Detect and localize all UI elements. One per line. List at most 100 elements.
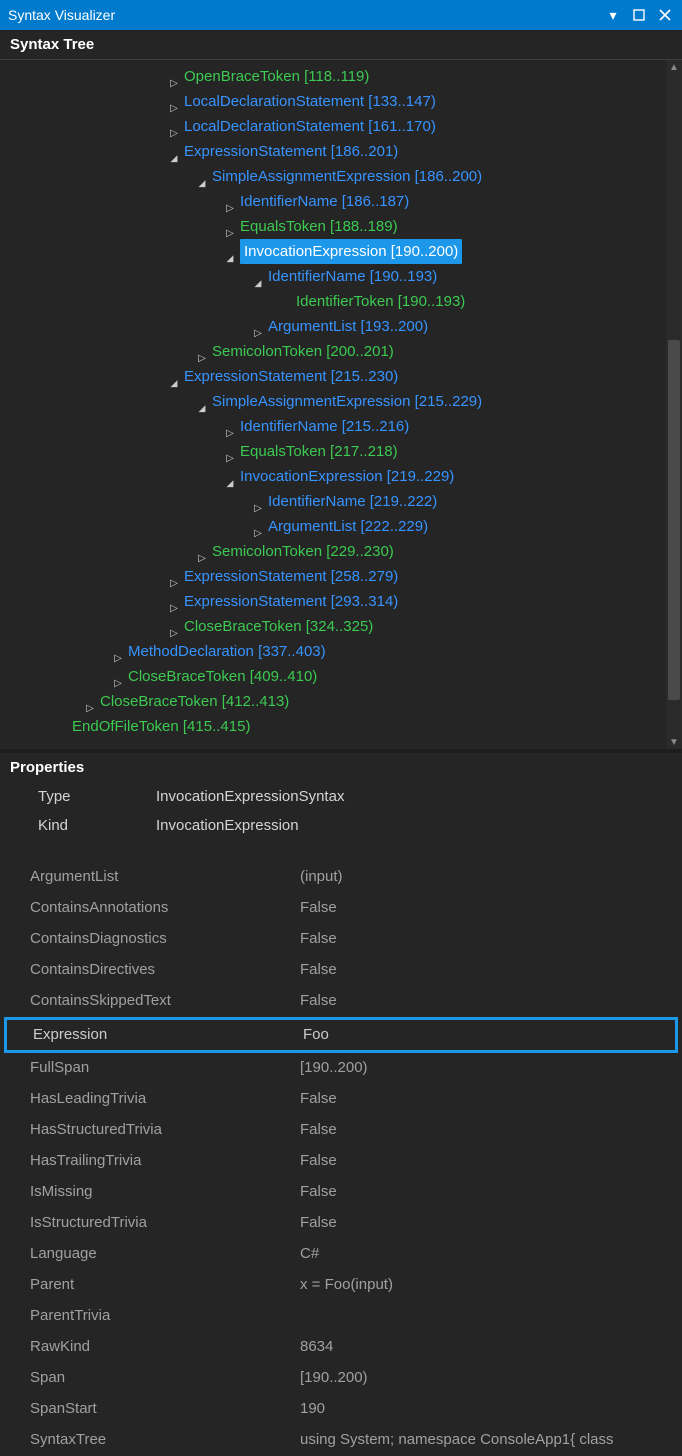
expander-open-icon[interactable] bbox=[252, 271, 264, 283]
tree-node[interactable]: ExpressionStatement [215..230) bbox=[0, 364, 682, 389]
property-row[interactable]: ContainsDiagnosticsFalse bbox=[0, 924, 682, 955]
property-row[interactable]: ParentTrivia bbox=[0, 1301, 682, 1332]
expander-closed-icon[interactable] bbox=[252, 521, 264, 533]
tree-node-label[interactable]: CloseBraceToken [412..413) bbox=[100, 689, 289, 714]
property-row[interactable]: HasTrailingTriviaFalse bbox=[0, 1146, 682, 1177]
tree-node[interactable]: EndOfFileToken [415..415) bbox=[0, 714, 682, 739]
tree-node[interactable]: ExpressionStatement [186..201) bbox=[0, 139, 682, 164]
tree-scrollbar[interactable]: ▲ ▼ bbox=[666, 60, 682, 749]
property-row[interactable]: RawKind8634 bbox=[0, 1332, 682, 1363]
tree-node-label[interactable]: SimpleAssignmentExpression [215..229) bbox=[212, 389, 482, 414]
property-row[interactable]: HasLeadingTriviaFalse bbox=[0, 1084, 682, 1115]
expander-open-icon[interactable] bbox=[196, 171, 208, 183]
scroll-up-arrow[interactable]: ▲ bbox=[666, 60, 682, 74]
tree-node[interactable]: SemicolonToken [200..201) bbox=[0, 339, 682, 364]
tree-node-label[interactable]: IdentifierName [219..222) bbox=[268, 489, 437, 514]
expander-closed-icon[interactable] bbox=[224, 421, 236, 433]
tree-node-label[interactable]: SemicolonToken [229..230) bbox=[212, 539, 394, 564]
expander-closed-icon[interactable] bbox=[112, 646, 124, 658]
expander-open-icon[interactable] bbox=[196, 396, 208, 408]
tree-node-label[interactable]: EqualsToken [217..218) bbox=[240, 439, 398, 464]
expander-open-icon[interactable] bbox=[168, 371, 180, 383]
expander-closed-icon[interactable] bbox=[252, 496, 264, 508]
expander-closed-icon[interactable] bbox=[112, 671, 124, 683]
tree-node-label[interactable]: ArgumentList [193..200) bbox=[268, 314, 428, 339]
tree-node[interactable]: SemicolonToken [229..230) bbox=[0, 539, 682, 564]
expander-closed-icon[interactable] bbox=[224, 196, 236, 208]
dropdown-icon[interactable]: ▾ bbox=[604, 6, 622, 24]
tree-node[interactable]: CloseBraceToken [409..410) bbox=[0, 664, 682, 689]
tree-node-label[interactable]: ExpressionStatement [258..279) bbox=[184, 564, 398, 589]
tree-node[interactable]: InvocationExpression [219..229) bbox=[0, 464, 682, 489]
property-row[interactable]: FullSpan[190..200) bbox=[0, 1053, 682, 1084]
tree-node-label[interactable]: IdentifierName [190..193) bbox=[268, 264, 437, 289]
tree-node-label[interactable]: SimpleAssignmentExpression [186..200) bbox=[212, 164, 482, 189]
expander-closed-icon[interactable] bbox=[168, 96, 180, 108]
expander-open-icon[interactable] bbox=[224, 246, 236, 258]
expander-closed-icon[interactable] bbox=[224, 446, 236, 458]
tree-node[interactable]: IdentifierName [215..216) bbox=[0, 414, 682, 439]
expander-closed-icon[interactable] bbox=[168, 621, 180, 633]
tree-node-label[interactable]: InvocationExpression [219..229) bbox=[240, 464, 454, 489]
tree-node-label[interactable]: OpenBraceToken [118..119) bbox=[184, 64, 369, 89]
syntax-tree[interactable]: OpenBraceToken [118..119)LocalDeclaratio… bbox=[0, 60, 682, 743]
expander-closed-icon[interactable] bbox=[196, 346, 208, 358]
tree-node[interactable]: OpenBraceToken [118..119) bbox=[0, 64, 682, 89]
tree-node-label[interactable]: IdentifierName [186..187) bbox=[240, 189, 409, 214]
property-row[interactable]: Parentx = Foo(input) bbox=[0, 1270, 682, 1301]
tree-node[interactable]: IdentifierName [190..193) bbox=[0, 264, 682, 289]
expander-closed-icon[interactable] bbox=[224, 221, 236, 233]
property-row[interactable]: HasStructuredTriviaFalse bbox=[0, 1115, 682, 1146]
tree-node-label[interactable]: SemicolonToken [200..201) bbox=[212, 339, 394, 364]
expander-closed-icon[interactable] bbox=[168, 121, 180, 133]
tree-node[interactable]: EqualsToken [188..189) bbox=[0, 214, 682, 239]
tree-node[interactable]: ExpressionStatement [293..314) bbox=[0, 589, 682, 614]
expander-closed-icon[interactable] bbox=[196, 546, 208, 558]
scroll-down-arrow[interactable]: ▼ bbox=[666, 735, 682, 749]
tree-node[interactable]: ArgumentList [193..200) bbox=[0, 314, 682, 339]
tree-node-label[interactable]: LocalDeclarationStatement [161..170) bbox=[184, 114, 436, 139]
tree-node-label[interactable]: IdentifierName [215..216) bbox=[240, 414, 409, 439]
property-row[interactable]: IsMissingFalse bbox=[0, 1177, 682, 1208]
tree-node[interactable]: IdentifierName [219..222) bbox=[0, 489, 682, 514]
scroll-thumb[interactable] bbox=[668, 340, 680, 700]
expander-closed-icon[interactable] bbox=[252, 321, 264, 333]
property-row[interactable]: ArgumentList(input) bbox=[0, 862, 682, 893]
tree-node[interactable]: MethodDeclaration [337..403) bbox=[0, 639, 682, 664]
tree-node[interactable]: EqualsToken [217..218) bbox=[0, 439, 682, 464]
maximize-icon[interactable] bbox=[630, 6, 648, 24]
property-row[interactable]: Span[190..200) bbox=[0, 1363, 682, 1394]
property-row[interactable]: SpanStart190 bbox=[0, 1394, 682, 1425]
expander-open-icon[interactable] bbox=[224, 471, 236, 483]
tree-node[interactable]: IdentifierToken [190..193) bbox=[0, 289, 682, 314]
property-row[interactable]: IsStructuredTriviaFalse bbox=[0, 1208, 682, 1239]
tree-node[interactable]: IdentifierName [186..187) bbox=[0, 189, 682, 214]
tree-node-label[interactable]: MethodDeclaration [337..403) bbox=[128, 639, 326, 664]
tree-node[interactable]: ExpressionStatement [258..279) bbox=[0, 564, 682, 589]
property-row[interactable]: ContainsDirectivesFalse bbox=[0, 955, 682, 986]
expander-closed-icon[interactable] bbox=[84, 696, 96, 708]
tree-node-label[interactable]: EqualsToken [188..189) bbox=[240, 214, 398, 239]
expander-closed-icon[interactable] bbox=[168, 596, 180, 608]
tree-node[interactable]: CloseBraceToken [412..413) bbox=[0, 689, 682, 714]
property-row[interactable]: LanguageC# bbox=[0, 1239, 682, 1270]
expander-closed-icon[interactable] bbox=[168, 71, 180, 83]
property-row[interactable]: ContainsSkippedTextFalse bbox=[0, 986, 682, 1017]
tree-node-label[interactable]: CloseBraceToken [324..325) bbox=[184, 614, 373, 639]
property-row[interactable]: ExpressionFoo bbox=[4, 1017, 678, 1053]
tree-node[interactable]: CloseBraceToken [324..325) bbox=[0, 614, 682, 639]
tree-node[interactable]: LocalDeclarationStatement [161..170) bbox=[0, 114, 682, 139]
property-row[interactable]: ContainsAnnotationsFalse bbox=[0, 893, 682, 924]
property-grid[interactable]: ArgumentList(input)ContainsAnnotationsFa… bbox=[0, 862, 682, 1456]
tree-node-label[interactable]: ExpressionStatement [186..201) bbox=[184, 139, 398, 164]
expander-closed-icon[interactable] bbox=[168, 571, 180, 583]
tree-node-label[interactable]: EndOfFileToken [415..415) bbox=[72, 714, 250, 739]
tree-node[interactable]: SimpleAssignmentExpression [186..200) bbox=[0, 164, 682, 189]
tree-node-label[interactable]: IdentifierToken [190..193) bbox=[296, 289, 465, 314]
tree-node-label[interactable]: CloseBraceToken [409..410) bbox=[128, 664, 317, 689]
tree-node[interactable]: SimpleAssignmentExpression [215..229) bbox=[0, 389, 682, 414]
tree-node-label[interactable]: LocalDeclarationStatement [133..147) bbox=[184, 89, 436, 114]
tree-node-label[interactable]: ExpressionStatement [215..230) bbox=[184, 364, 398, 389]
tree-node-label[interactable]: InvocationExpression [190..200) bbox=[240, 239, 462, 264]
tree-node[interactable]: LocalDeclarationStatement [133..147) bbox=[0, 89, 682, 114]
